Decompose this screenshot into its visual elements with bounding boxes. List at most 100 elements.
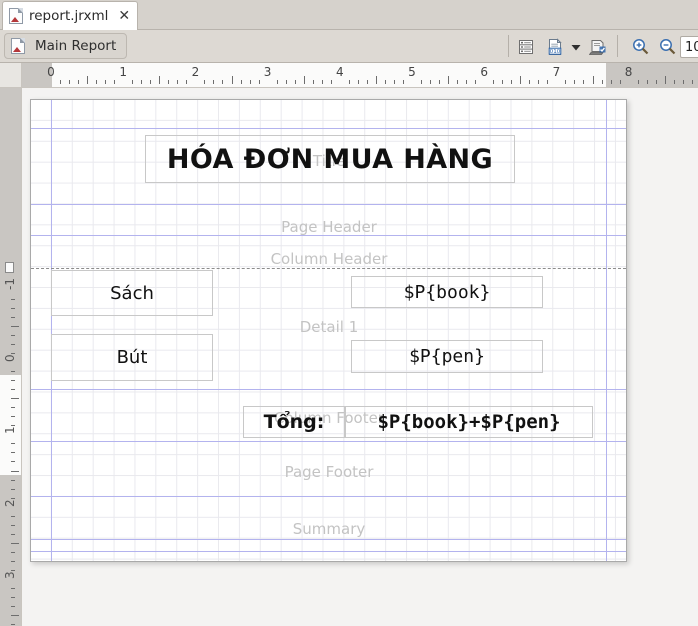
toolbar-separator — [508, 35, 509, 57]
text-field-total-value: $P{book}+$P{pen} — [377, 411, 560, 433]
ruler-tick — [367, 80, 368, 84]
ruler-tick — [385, 80, 386, 84]
text-field-total[interactable]: $P{book}+$P{pen} — [345, 406, 593, 438]
ruler-tick — [96, 80, 97, 84]
ruler-tick — [132, 80, 133, 84]
ruler-tick-label: 2 — [192, 65, 200, 79]
ruler-tick — [11, 480, 15, 481]
ruler-tick — [11, 407, 15, 408]
ruler-tick — [665, 76, 666, 84]
band-resize-handle[interactable] — [5, 262, 14, 273]
ruler-tick — [11, 335, 15, 336]
ruler-tick-label: 3 — [3, 571, 17, 579]
static-text-total-label[interactable]: Tổng: — [243, 406, 345, 438]
ruler-tick — [430, 80, 431, 84]
band-label-page-footer: Page Footer — [285, 463, 374, 481]
ruler-tick — [565, 80, 566, 84]
ruler-tick — [168, 80, 169, 84]
ruler-tick — [250, 80, 251, 84]
ruler-tick-label: 1 — [119, 65, 127, 79]
band-separator-detail-1[interactable] — [31, 389, 626, 390]
document-tab-bar: report.jrxml ✕ — [0, 0, 698, 30]
toolbar-separator — [617, 35, 618, 57]
report-design-canvas[interactable]: Title Page Header Column Header Detail 1… — [22, 88, 698, 626]
ruler-tick — [11, 461, 15, 462]
ruler-tick — [611, 80, 612, 84]
ruler-tick — [448, 76, 449, 84]
band-separator-page-footer[interactable] — [31, 496, 626, 497]
document-tab-report-jrxml[interactable]: report.jrxml ✕ — [2, 1, 138, 30]
band-separator-column-footer[interactable] — [31, 441, 626, 442]
ruler-tick — [150, 80, 151, 84]
static-text-title[interactable]: HÓA ĐƠN MUA HÀNG — [145, 135, 515, 183]
ruler-tick — [457, 80, 458, 84]
ruler-tick — [11, 543, 19, 544]
ruler-tick-label: 6 — [480, 65, 488, 79]
ruler-tick-label: 8 — [625, 65, 633, 79]
document-tab-label: report.jrxml — [29, 8, 108, 24]
ruler-tick — [11, 371, 15, 372]
ruler-tick — [322, 80, 323, 84]
band-label-summary: Summary — [293, 520, 366, 538]
ruler-tick — [376, 76, 377, 84]
ruler-tick — [11, 561, 15, 562]
ruler-tick — [277, 80, 278, 84]
band-separator-summary[interactable] — [31, 551, 626, 552]
ruler-tick — [105, 80, 106, 84]
band-separator-title[interactable] — [31, 204, 626, 205]
ruler-tick — [647, 80, 648, 84]
ruler-tick-label: -1 — [3, 278, 17, 290]
ruler-tick — [177, 80, 178, 84]
ruler-tick-label: 2 — [3, 499, 17, 507]
ruler-tick — [11, 615, 19, 616]
ruler-tick — [602, 80, 603, 84]
ruler-tick — [331, 80, 332, 84]
ruler-tick — [186, 80, 187, 84]
close-icon[interactable]: ✕ — [118, 9, 130, 23]
ruler-tick — [656, 80, 657, 84]
ruler-tick — [11, 398, 19, 399]
ruler-tick — [11, 597, 15, 598]
text-field-pen[interactable]: $P{pen} — [351, 340, 543, 373]
main-report-button-label: Main Report — [35, 38, 116, 54]
ruler-tick — [204, 80, 205, 84]
static-text-book-label-value: Sách — [110, 283, 154, 304]
static-text-book-label[interactable]: Sách — [51, 270, 213, 316]
static-text-total-label-value: Tổng: — [264, 411, 325, 433]
zoom-out-icon[interactable] — [655, 35, 679, 58]
ruler-tick — [11, 552, 15, 553]
svg-text:010: 010 — [550, 49, 561, 55]
main-report-button[interactable]: Main Report — [4, 33, 127, 59]
ruler-tick — [620, 80, 621, 84]
horizontal-ruler: 012345678 — [22, 63, 698, 88]
ruler-tick — [11, 443, 15, 444]
ruler-tick — [674, 80, 675, 84]
report-bands-icon[interactable] — [514, 35, 538, 58]
ruler-tick-label: 4 — [336, 65, 344, 79]
zoom-in-icon[interactable] — [628, 35, 652, 58]
ruler-tick — [493, 80, 494, 84]
ruler-tick — [511, 80, 512, 84]
bottom-margin-guide — [31, 539, 626, 540]
ruler-tick — [259, 80, 260, 84]
zoom-level-input[interactable]: 100% — [680, 36, 698, 58]
static-text-pen-label[interactable]: Bút — [51, 334, 213, 381]
compile-preview-icon[interactable] — [586, 35, 610, 58]
jasper-report-icon — [11, 38, 25, 54]
chevron-down-icon[interactable] — [564, 35, 588, 58]
text-field-pen-value: $P{pen} — [409, 346, 485, 367]
right-margin-guide — [606, 100, 607, 561]
band-label-page-header: Page Header — [281, 218, 377, 236]
band-separator-column-header[interactable] — [31, 268, 626, 269]
top-margin-guide — [31, 128, 626, 129]
report-page[interactable]: Title Page Header Column Header Detail 1… — [30, 99, 627, 562]
ruler-tick — [394, 80, 395, 84]
ruler-tick — [358, 80, 359, 84]
text-field-book[interactable]: $P{book} — [351, 276, 543, 308]
ruler-tick — [241, 80, 242, 84]
ruler-tick — [11, 516, 15, 517]
ruler-tick — [295, 80, 296, 84]
ruler-tick — [11, 452, 15, 453]
ruler-tick-label: 0 — [3, 355, 17, 363]
ruler-tick — [232, 76, 233, 84]
